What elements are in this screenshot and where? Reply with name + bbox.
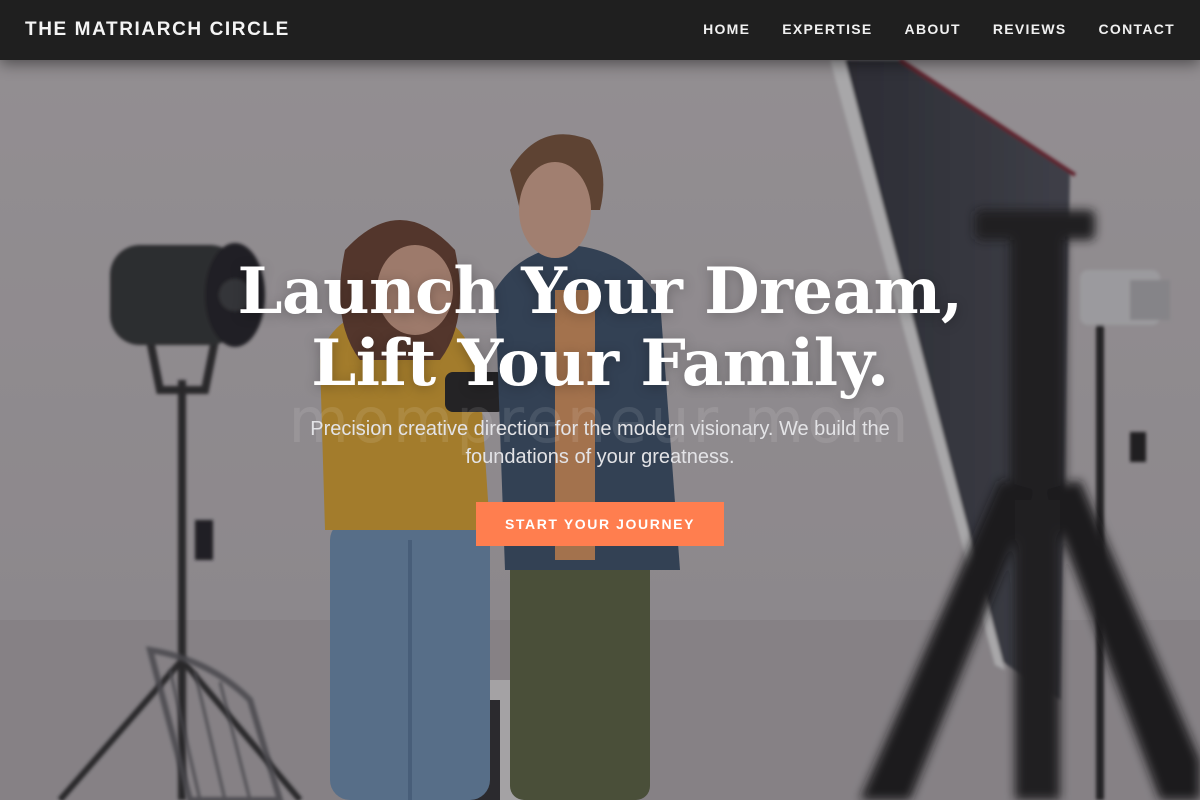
hero-subtext: Precision creative direction for the mod…	[310, 418, 890, 468]
nav-link-contact[interactable]: CONTACT	[1099, 21, 1176, 37]
brand-logo-text[interactable]: THE MATRIARCH CIRCLE	[25, 19, 290, 41]
top-navbar: THE MATRIARCH CIRCLE HOME EXPERTISE ABOU…	[0, 0, 1200, 60]
hero-headline-line1: Launch Your Dream,	[237, 254, 963, 329]
hero-content: mompreneur mom Launch Your Dream, Lift Y…	[0, 60, 1200, 800]
start-journey-button[interactable]: START YOUR JOURNEY	[476, 502, 724, 546]
hero-headline: Launch Your Dream, Lift Your Family.	[0, 256, 1200, 400]
nav-link-expertise[interactable]: EXPERTISE	[782, 21, 872, 37]
nav-link-home[interactable]: HOME	[703, 21, 750, 37]
hero-headline-line2: Lift Your Family.	[311, 326, 889, 401]
nav-link-about[interactable]: ABOUT	[905, 21, 961, 37]
hero-section: mompreneur mom Launch Your Dream, Lift Y…	[0, 60, 1200, 800]
nav-links: HOME EXPERTISE ABOUT REVIEWS CONTACT	[703, 21, 1175, 39]
nav-link-reviews[interactable]: REVIEWS	[993, 21, 1067, 37]
